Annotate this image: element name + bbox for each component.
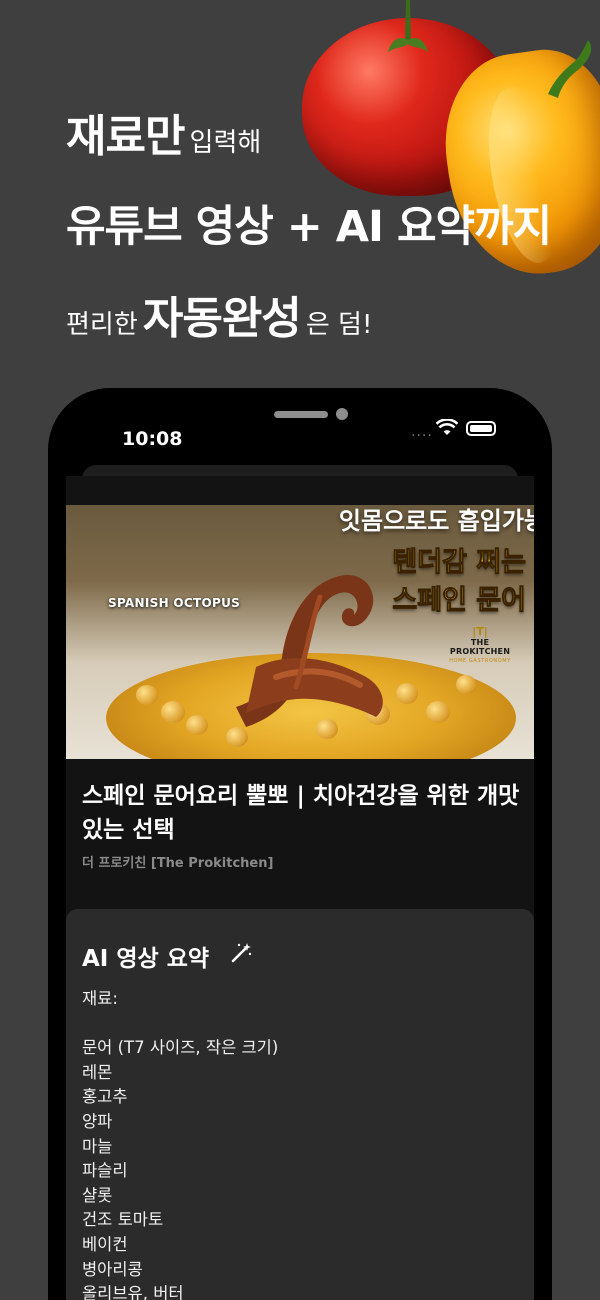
ingredient-item: 베이컨 (82, 1234, 128, 1254)
video-thumbnail[interactable]: SPANISH OCTOPUS 잇몸으로도 흡입가능 텐더감 쩌는 스페인 문어… (66, 505, 534, 759)
magic-wand-icon (231, 943, 252, 963)
ingredient-item: 파슬리 (82, 1161, 128, 1181)
ingredient-list: 문어 (T7 사이즈, 작은 크기) 레몬홍고추양파마늘파슬리샬롯건조 토마토베이… (82, 1036, 512, 1300)
speaker-grille (274, 411, 328, 418)
channel-name[interactable]: 더 프로키친 [The Prokitchen] (82, 852, 273, 871)
headline-line-3: 편리한 자동완성 은 덤! (66, 282, 546, 346)
ingredient-item: 홍고추 (82, 1087, 128, 1107)
chickpea (161, 701, 185, 723)
headline-regular-3b: 은 덤! (305, 310, 373, 340)
video-title[interactable]: 스페인 문어요리 뿔뽀 | 치아건강을 위한 개맛있는 선택 (82, 779, 522, 847)
headline-bold-1: 재료만 (66, 111, 185, 162)
ingredient-item: 올리브유, 버터 (82, 1284, 184, 1300)
ingredient-item: 건조 토마토 (82, 1210, 164, 1230)
headline-regular-3a: 편리한 (66, 310, 138, 340)
chickpea (456, 675, 476, 694)
ingredients-label: 재료: (82, 989, 118, 1008)
channel-logo-name: THE PROKITCHEN (449, 638, 511, 656)
headline-line-1: 재료만 입력해 (66, 100, 546, 164)
summary-title: AI 영상 요약 (82, 946, 210, 972)
summary-body: 재료: 문어 (T7 사이즈, 작은 크기) 레몬홍고추양파마늘파슬리샬롯건조 토… (82, 987, 512, 1300)
wifi-icon (436, 419, 458, 435)
app-screen: SPANISH OCTOPUS 잇몸으로도 흡입가능 텐더감 쩌는 스페인 문어… (66, 476, 534, 1300)
chickpea (396, 683, 418, 704)
headline-bold-2: 유튜브 영상 + AI 요약까지 (66, 202, 552, 252)
headline-regular-1: 입력해 (189, 128, 262, 158)
thumbnail-tag: SPANISH OCTOPUS (108, 596, 241, 610)
ingredient-item: 문어 (T7 사이즈, 작은 크기) (82, 1038, 279, 1058)
signal-dots: .... (411, 424, 433, 440)
ingredient-item: 샬롯 (82, 1185, 113, 1205)
ingredient-item: 양파 (82, 1111, 113, 1131)
ai-summary-card: AI 영상 요약 재료: 문어 (T7 사이즈, 작은 크기) 레몬홍고추양파마늘… (66, 909, 534, 1300)
battery-icon (466, 421, 496, 436)
headline-line-2: 유튜브 영상 + AI 요약까지 (66, 192, 552, 254)
thumbnail-caption-2: 텐더감 쩌는 (392, 547, 527, 579)
chickpea (426, 701, 450, 723)
pepper-stem-icon (548, 40, 592, 98)
headline-bold-3: 자동완성 (142, 293, 302, 344)
octopus-dish-image (236, 575, 383, 727)
chickpea (136, 685, 158, 705)
status-time: 10:08 (122, 428, 183, 450)
ingredient-item: 병아리콩 (82, 1259, 143, 1279)
front-camera (336, 408, 348, 420)
chickpea (186, 715, 208, 735)
channel-logo-sub: HOME GASTRONOMY (449, 658, 511, 664)
thumbnail-caption-3: 스페인 문어 (392, 585, 527, 617)
thumbnail-caption-1: 잇몸으로도 흡입가능 (338, 507, 534, 535)
tomato-stem-icon (388, 0, 428, 52)
channel-logo-mark: |T| (472, 625, 488, 638)
ingredient-item: 레몬 (82, 1062, 113, 1082)
channel-logo: |T| THE PROKITCHEN HOME GASTRONOMY (440, 625, 520, 664)
ingredient-item: 마늘 (82, 1136, 113, 1156)
phone-frame: 10:08 .... SPANISH OCTOPUS 잇몸으로도 흡입가능 텐더… (48, 388, 552, 1300)
